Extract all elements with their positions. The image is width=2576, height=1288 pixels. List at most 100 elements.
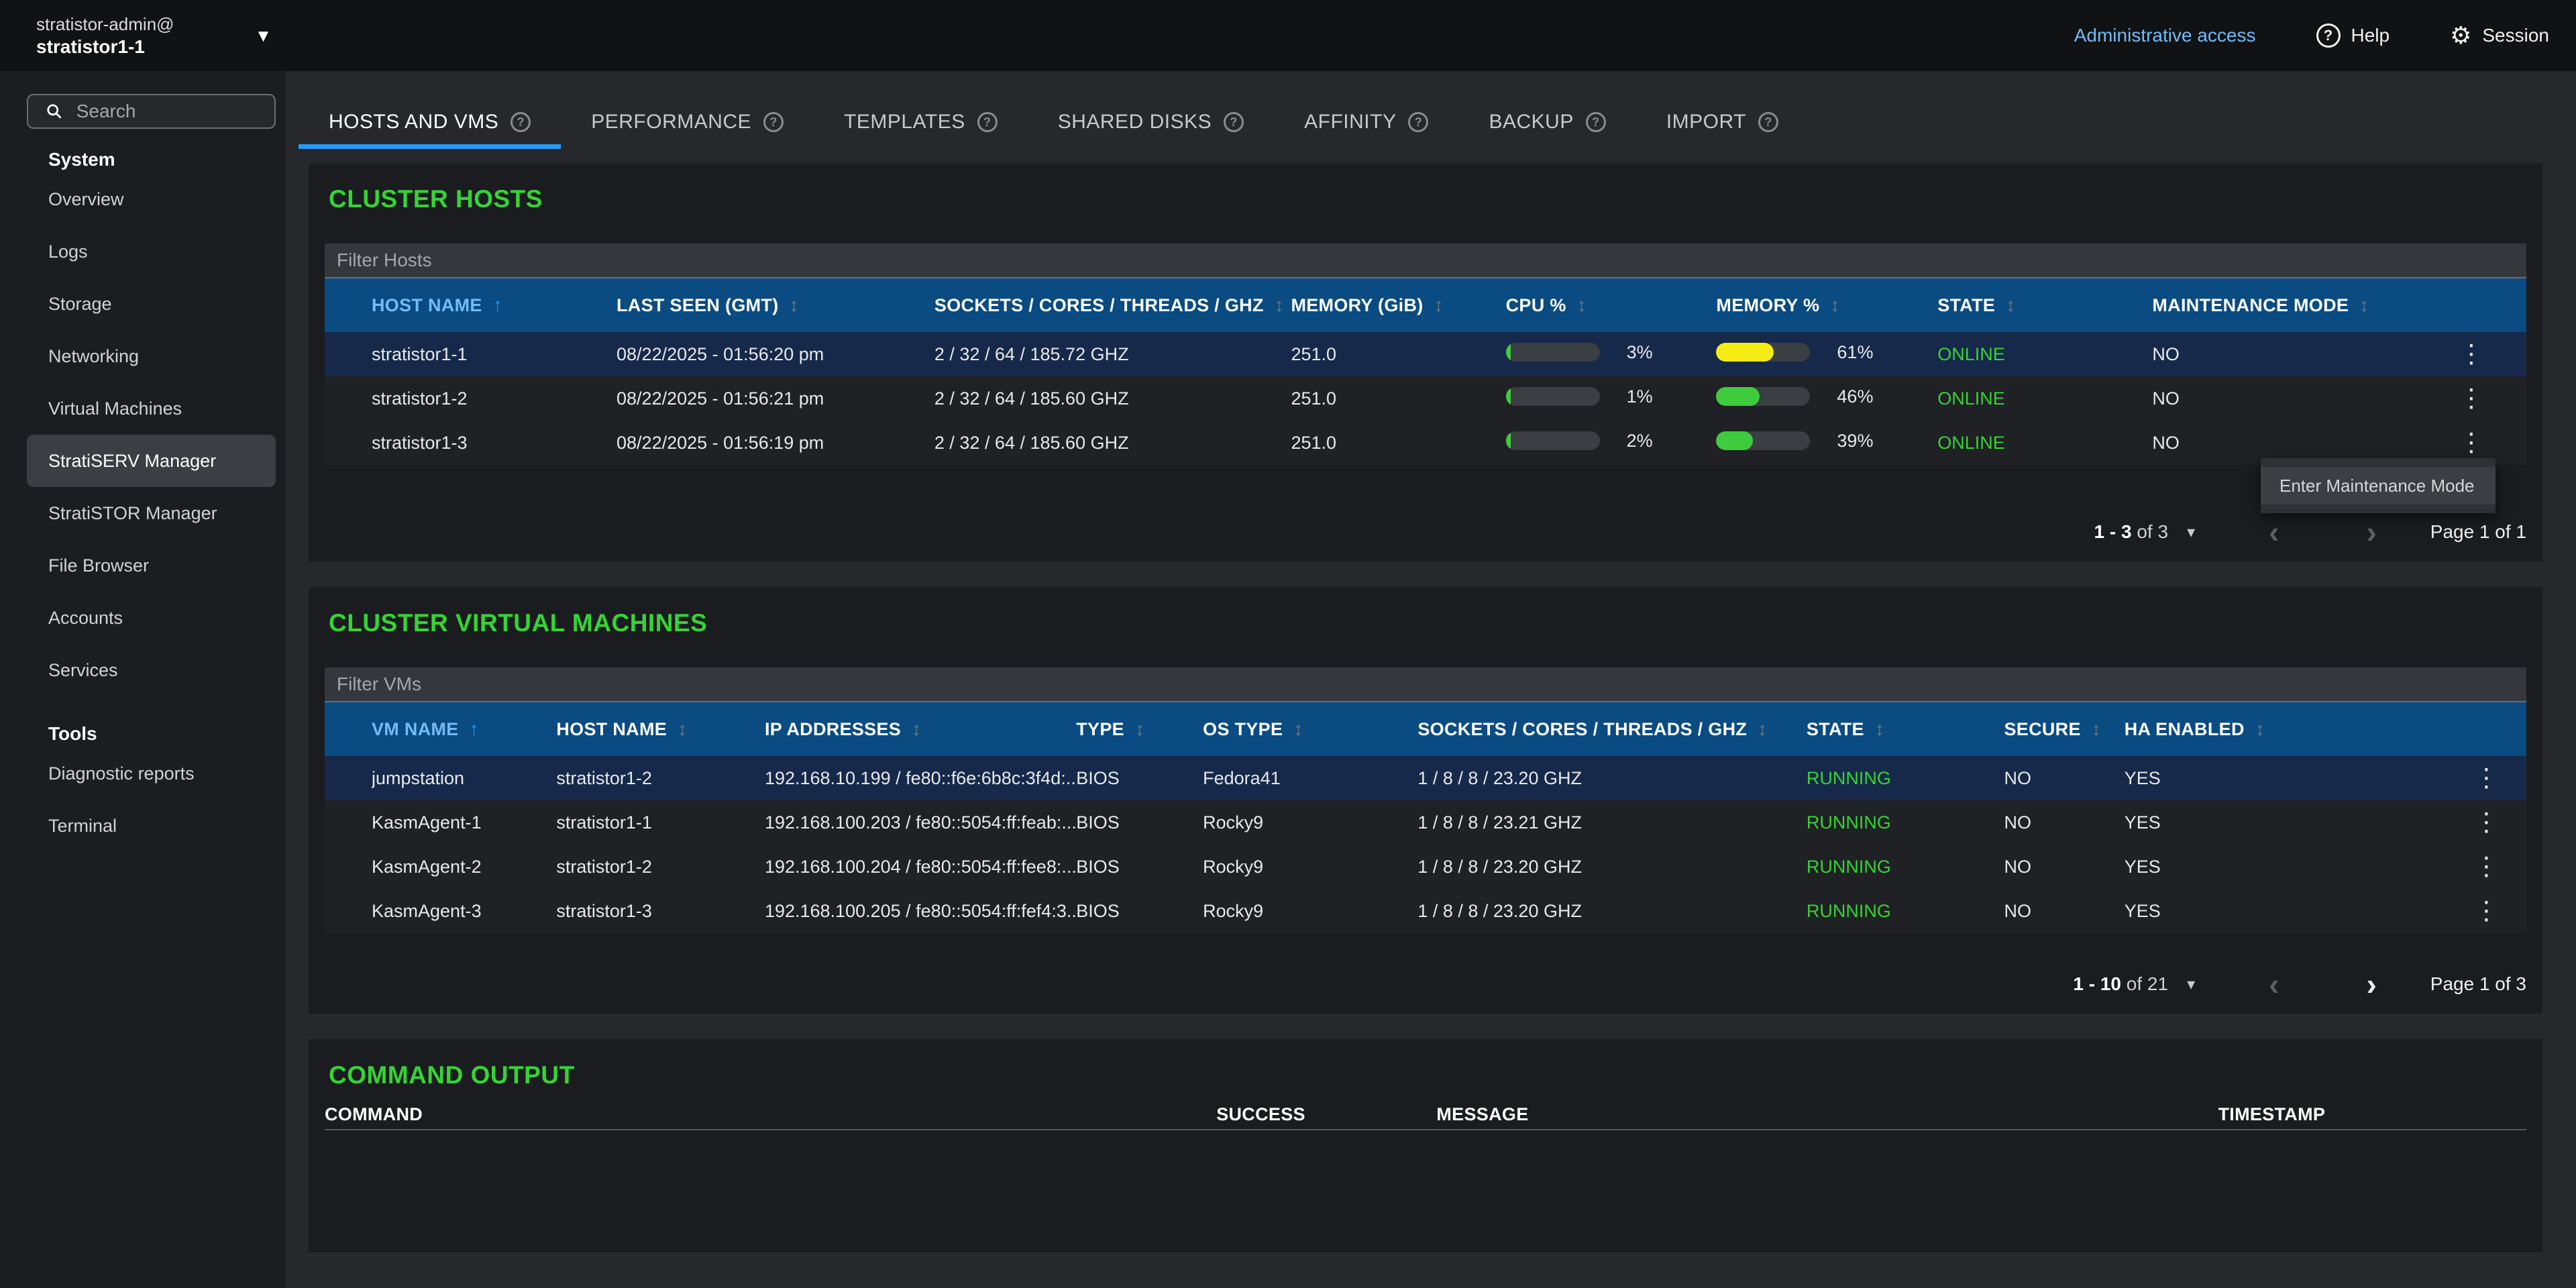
per-page-caret-icon[interactable]: ▾ [2187, 975, 2195, 994]
sidebar-search[interactable] [27, 94, 276, 129]
col-label: SOCKETS / CORES / THREADS / GHZ [934, 295, 1264, 316]
cell-secure: NO [2004, 857, 2124, 877]
vms-filter-bar [325, 667, 2526, 702]
tab-help-icon[interactable]: ? [1408, 112, 1428, 132]
kebab-menu-button[interactable]: ⋮ [2464, 765, 2508, 791]
prev-page-button[interactable]: ‹ [2262, 519, 2286, 545]
menu-item-enter-maintenance-mode[interactable]: Enter Maintenance Mode [2261, 467, 2496, 504]
vms-col-os-type[interactable]: OS TYPE↕ [1203, 718, 1417, 740]
vms-col-state[interactable]: STATE↕ [1807, 718, 2004, 740]
output-empty-body [325, 1130, 2526, 1236]
tab-help-icon[interactable]: ? [511, 112, 531, 132]
sidebar-item-overview[interactable]: Overview [27, 173, 276, 225]
tab-backup[interactable]: BACKUP ? [1458, 99, 1635, 149]
sidebar-item-terminal[interactable]: Terminal [27, 800, 276, 852]
hosts-col-topology[interactable]: SOCKETS / CORES / THREADS / GHZ ↕ [934, 294, 1291, 316]
tab-help-icon[interactable]: ? [763, 112, 784, 132]
output-col-timestamp: TIMESTAMP [2218, 1104, 2526, 1125]
range-value: 1 - 10 [2073, 973, 2121, 994]
hosts-col-maintenance[interactable]: MAINTENANCE MODE↕ [2152, 294, 2422, 316]
vms-range[interactable]: 1 - 10 of 21 [2073, 973, 2168, 995]
tab-help-icon[interactable]: ? [977, 112, 998, 132]
tab-help-icon[interactable]: ? [1224, 112, 1244, 132]
next-page-button[interactable]: › [2359, 971, 2383, 998]
cell-secure: NO [2004, 901, 2124, 922]
sidebar-item-logs[interactable]: Logs [27, 225, 276, 278]
tab-shared-disks[interactable]: SHARED DISKS ? [1028, 99, 1274, 149]
host-row[interactable]: stratistor1-3 08/22/2025 - 01:56:19 pm 2… [325, 421, 2526, 465]
cell-topology: 2 / 32 / 64 / 185.72 GHZ [934, 344, 1291, 365]
hostname: stratistor1-1 [36, 36, 174, 58]
sidebar-item-networking[interactable]: Networking [27, 330, 276, 382]
cell-last-seen: 08/22/2025 - 01:56:19 pm [616, 433, 934, 453]
hosts-col-last-seen[interactable]: LAST SEEN (GMT)↕ [616, 294, 934, 316]
sidebar-item-file-browser[interactable]: File Browser [27, 539, 276, 592]
vms-col-topology[interactable]: SOCKETS / CORES / THREADS / GHZ↕ [1417, 718, 1807, 740]
sort-icon: ↕ [1275, 294, 1284, 316]
administrative-access-link[interactable]: Administrative access [2074, 25, 2256, 46]
next-page-button[interactable]: › [2359, 519, 2383, 545]
kebab-menu-button[interactable]: ⋮ [2464, 854, 2508, 879]
host-row[interactable]: stratistor1-1 08/22/2025 - 01:56:20 pm 2… [325, 332, 2526, 376]
vm-row[interactable]: jumpstation stratistor1-2 192.168.10.199… [325, 756, 2526, 800]
cell-ha-enabled: YES [2125, 901, 2453, 922]
tab-help-icon[interactable]: ? [1586, 112, 1606, 132]
cell-state: RUNNING [1807, 857, 2004, 877]
vms-col-type[interactable]: TYPE↕ [1076, 718, 1203, 740]
hosts-range[interactable]: 1 - 3 of 3 [2094, 521, 2169, 543]
hosts-col-memory-pct[interactable]: MEMORY %↕ [1716, 294, 1937, 316]
search-input[interactable] [76, 101, 261, 122]
tab-performance[interactable]: PERFORMANCE ? [561, 99, 814, 149]
prev-page-button[interactable]: ‹ [2262, 971, 2286, 998]
kebab-menu-button[interactable]: ⋮ [2449, 430, 2493, 455]
cell-topology: 2 / 32 / 64 / 185.60 GHZ [934, 433, 1291, 453]
kebab-menu-button[interactable]: ⋮ [2449, 341, 2493, 367]
page-indicator: Page 1 of 1 [2430, 521, 2526, 543]
cell-cpu-pct: 1% [1506, 386, 1717, 411]
session-button[interactable]: ⚙ Session [2450, 23, 2549, 48]
sort-icon: ↕ [790, 294, 799, 316]
vms-filter-input[interactable] [325, 674, 2526, 695]
vm-row[interactable]: KasmAgent-3 stratistor1-3 192.168.100.20… [325, 889, 2526, 933]
page-indicator: Page 1 of 3 [2430, 973, 2526, 995]
tab-import[interactable]: IMPORT ? [1636, 99, 1809, 149]
help-button[interactable]: ? Help [2316, 23, 2390, 48]
tab-help-icon[interactable]: ? [1758, 112, 1778, 132]
kebab-menu-button[interactable]: ⋮ [2464, 898, 2508, 924]
vms-col-ha[interactable]: HA ENABLED↕ [2125, 718, 2453, 740]
sidebar-item-services[interactable]: Services [27, 644, 276, 696]
hosts-col-cpu-pct[interactable]: CPU %↕ [1506, 294, 1717, 316]
hosts-col-host-name[interactable]: HOST NAME↑ [372, 294, 616, 316]
sidebar-item-diagnostic-reports[interactable]: Diagnostic reports [27, 747, 276, 800]
sidebar-item-accounts[interactable]: Accounts [27, 592, 276, 644]
vms-col-ip[interactable]: IP ADDRESSES↕ [765, 718, 1076, 740]
hosts-col-state[interactable]: STATE↕ [1937, 294, 2152, 316]
kebab-menu-button[interactable]: ⋮ [2464, 810, 2508, 835]
cpu-progress-bar [1506, 343, 1600, 362]
sidebar-section-system: System [27, 146, 276, 173]
tab-affinity[interactable]: AFFINITY ? [1274, 99, 1458, 149]
vms-col-vm-name[interactable]: VM NAME↑ [372, 718, 556, 740]
host-row[interactable]: stratistor1-2 08/22/2025 - 01:56:21 pm 2… [325, 376, 2526, 421]
tab-hosts-and-vms[interactable]: HOSTS AND VMS ? [299, 99, 561, 149]
hosts-col-memory[interactable]: MEMORY (GiB)↕ [1291, 294, 1505, 316]
tab-templates[interactable]: TEMPLATES ? [814, 99, 1028, 149]
sidebar-item-stratistor-manager[interactable]: StratiSTOR Manager [27, 487, 276, 539]
sidebar-item-storage[interactable]: Storage [27, 278, 276, 330]
cell-secure: NO [2004, 768, 2124, 789]
kebab-menu-button[interactable]: ⋮ [2449, 386, 2493, 411]
cell-mem-pct: 46% [1716, 386, 1937, 411]
cluster-hosts-title: CLUSTER HOSTS [329, 184, 2526, 214]
output-col-command: COMMAND [325, 1104, 1216, 1125]
per-page-caret-icon[interactable]: ▾ [2187, 523, 2195, 542]
sort-icon: ↕ [1577, 294, 1587, 316]
sidebar-item-stratiserv-manager[interactable]: StratiSERV Manager [27, 435, 276, 487]
sidebar-item-virtual-machines[interactable]: Virtual Machines [27, 382, 276, 435]
vm-row[interactable]: KasmAgent-1 stratistor1-1 192.168.100.20… [325, 800, 2526, 845]
vms-col-host-name[interactable]: HOST NAME↕ [556, 718, 765, 740]
hosts-filter-input[interactable] [325, 250, 2526, 271]
sort-icon: ↕ [2006, 294, 2015, 316]
user-host-menu[interactable]: stratistor-admin@ stratistor1-1 ▼ [36, 13, 272, 58]
vm-row[interactable]: KasmAgent-2 stratistor1-2 192.168.100.20… [325, 845, 2526, 889]
vms-col-secure[interactable]: SECURE↕ [2004, 718, 2124, 740]
